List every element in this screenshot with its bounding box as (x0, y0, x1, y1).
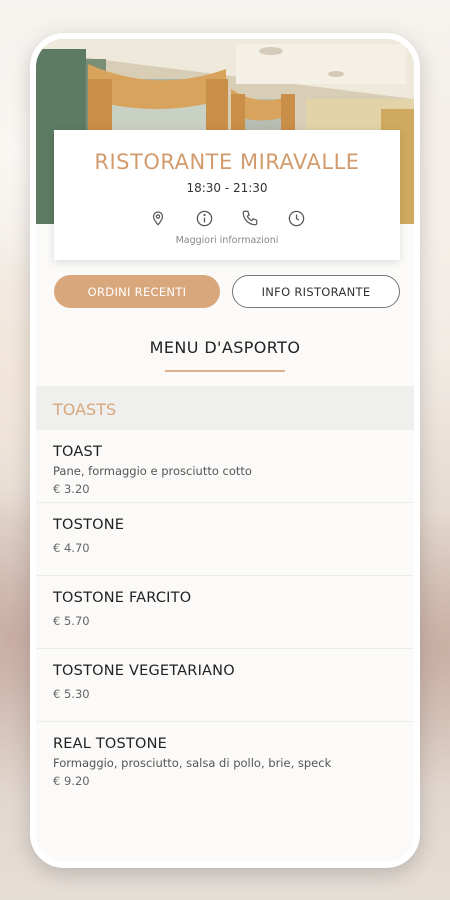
info-icon[interactable] (192, 206, 216, 230)
item-price: € 4.70 (53, 541, 90, 555)
item-description: Pane, formaggio e prosciutto cotto (53, 464, 252, 478)
section-title: TOASTS (53, 400, 117, 419)
restaurant-info-card: RISTORANTE MIRAVALLE 18:30 - 21:30 Maggi… (54, 130, 400, 260)
menu-items-list: TOAST Pane, formaggio e prosciutto cotto… (36, 430, 414, 795)
item-price: € 5.30 (53, 687, 90, 701)
item-name: TOSTONE VEGETARIANO (53, 663, 235, 679)
item-name: TOAST (53, 444, 102, 460)
section-header: TOASTS (36, 386, 414, 430)
contact-icons (54, 206, 400, 230)
phone-icon[interactable] (238, 206, 262, 230)
more-info-link[interactable]: Maggiori informazioni (54, 235, 400, 246)
menu-item[interactable]: TOAST Pane, formaggio e prosciutto cotto… (36, 430, 414, 503)
restaurant-name: RISTORANTE MIRAVALLE (94, 150, 360, 174)
item-name: TOSTONE (53, 517, 125, 533)
item-name: TOSTONE FARCITO (53, 590, 192, 606)
menu-item[interactable]: TOSTONE € 4.70 (36, 503, 414, 576)
item-name: REAL TOSTONE (53, 736, 167, 752)
menu-item[interactable]: TOSTONE VEGETARIANO € 5.30 (36, 649, 414, 722)
item-price: € 9.20 (53, 774, 90, 788)
menu-title: MENU D'ASPORTO (149, 338, 301, 357)
item-price: € 5.70 (53, 614, 90, 628)
menu-item[interactable]: TOSTONE FARCITO € 5.70 (36, 576, 414, 649)
item-description: Formaggio, prosciutto, salsa di pollo, b… (53, 756, 332, 770)
restaurant-info-button[interactable]: INFO RISTORANTE (232, 275, 400, 308)
phone-frame: RISTORANTE MIRAVALLE 18:30 - 21:30 Maggi… (30, 33, 420, 868)
location-pin-icon[interactable] (146, 206, 170, 230)
clock-icon[interactable] (284, 206, 308, 230)
opening-hours: 18:30 - 21:30 (186, 181, 268, 195)
menu-title-underline (165, 370, 285, 372)
recent-orders-button[interactable]: ORDINI RECENTI (54, 275, 220, 308)
item-price: € 3.20 (53, 482, 90, 496)
menu-item[interactable]: REAL TOSTONE Formaggio, prosciutto, sals… (36, 722, 414, 795)
